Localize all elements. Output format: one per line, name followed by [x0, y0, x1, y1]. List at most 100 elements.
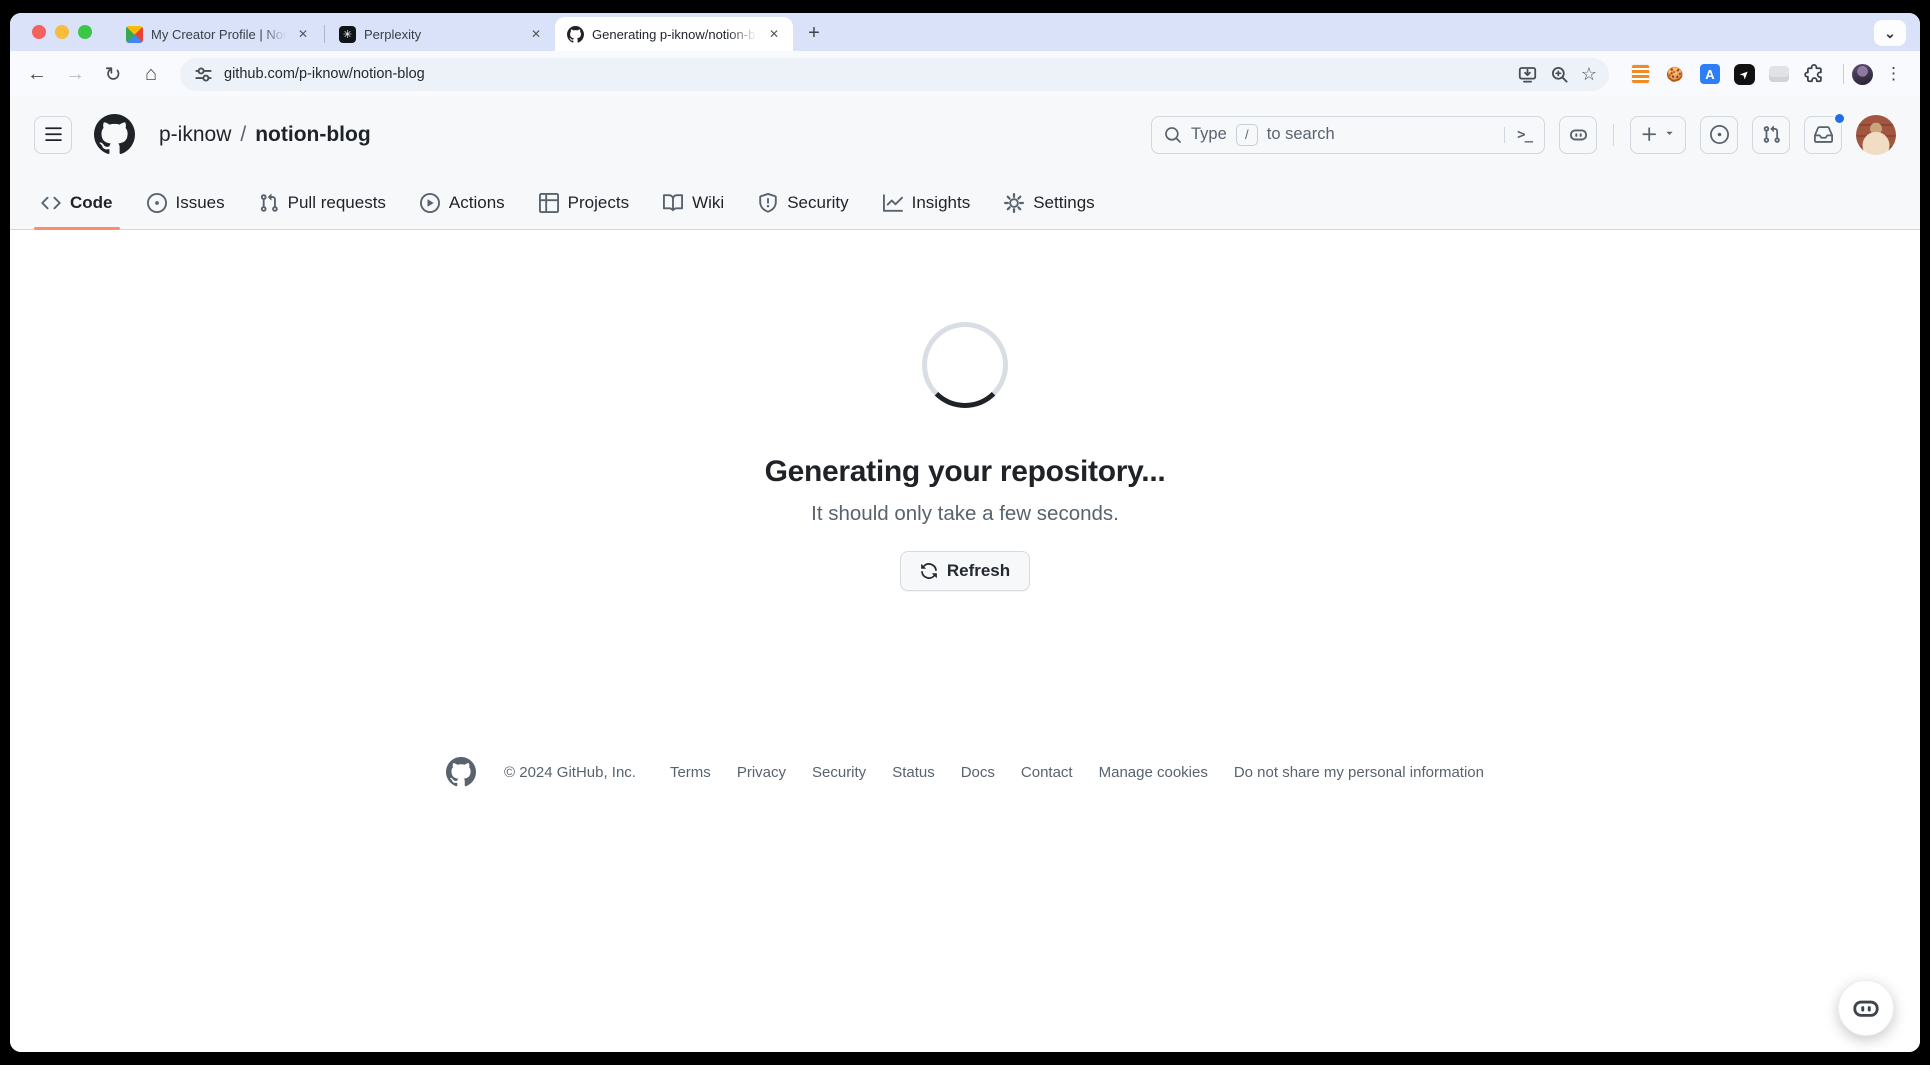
notion-favicon	[126, 26, 143, 43]
extension-send-icon[interactable]: ➤	[1734, 64, 1755, 85]
browser-toolbar: ← → ↻ ⌂ github.com/p-iknow/notion-blog ☆…	[10, 51, 1920, 97]
breadcrumb-separator: /	[240, 123, 246, 147]
perplexity-favicon: ✳	[339, 26, 356, 43]
extensions-puzzle-icon[interactable]	[1803, 63, 1825, 85]
tab-notion[interactable]: My Creator Profile | Notion ✕	[114, 17, 322, 51]
extensions-row: 🍪 A ➤	[1621, 63, 1835, 85]
copilot-button[interactable]	[1559, 116, 1597, 154]
sync-icon	[920, 562, 938, 580]
issue-opened-icon	[1710, 125, 1729, 144]
tab-wiki[interactable]: Wiki	[646, 181, 741, 229]
new-tab-button[interactable]: +	[799, 18, 829, 48]
command-palette-icon[interactable]: >_	[1504, 127, 1532, 143]
tab-search-chevron-button[interactable]: ⌄	[1874, 20, 1906, 46]
window-controls	[10, 13, 114, 51]
tab-projects[interactable]: Projects	[522, 181, 646, 229]
browser-menu-icon[interactable]: ⋮	[1877, 64, 1910, 84]
address-bar[interactable]: github.com/p-iknow/notion-blog ☆	[180, 58, 1609, 91]
header-divider	[1613, 124, 1614, 146]
git-pull-request-icon	[1762, 125, 1781, 144]
browser-profile-avatar[interactable]	[1852, 64, 1873, 85]
github-footer-logo	[446, 757, 476, 787]
url-text[interactable]: github.com/p-iknow/notion-blog	[224, 66, 1507, 82]
github-footer: © 2024 GitHub, Inc. Terms Privacy Securi…	[446, 757, 1484, 787]
plus-icon	[1640, 125, 1659, 144]
tab-settings[interactable]: Settings	[987, 181, 1111, 229]
loading-spinner	[922, 322, 1008, 408]
install-app-icon[interactable]	[1517, 63, 1539, 85]
breadcrumb-owner[interactable]: p-iknow	[159, 123, 231, 147]
issues-button[interactable]	[1700, 116, 1738, 154]
main-content: Generating your repository... It should …	[10, 230, 1920, 1052]
repo-nav: Code Issues Pull requests Actions Projec…	[10, 171, 1920, 230]
search-input[interactable]: Type / to search >_	[1151, 116, 1545, 154]
footer-link-status[interactable]: Status	[892, 764, 935, 781]
shield-icon	[758, 193, 778, 213]
reload-button[interactable]: ↻	[96, 57, 130, 91]
minimize-window-button[interactable]	[55, 25, 69, 39]
tab-github-active[interactable]: Generating p-iknow/notion-b ✕	[555, 17, 793, 51]
forward-button[interactable]: →	[58, 57, 92, 91]
code-icon	[41, 193, 61, 213]
page-subtitle: It should only take a few seconds.	[811, 502, 1119, 526]
tab-security[interactable]: Security	[741, 181, 865, 229]
user-avatar[interactable]	[1856, 115, 1896, 155]
browser-window: My Creator Profile | Notion ✕ ✳ Perplexi…	[10, 13, 1920, 1052]
tab-pull-requests[interactable]: Pull requests	[242, 181, 403, 229]
tab-title: Perplexity	[364, 27, 519, 42]
copyright-text: © 2024 GitHub, Inc.	[504, 764, 636, 781]
tab-actions[interactable]: Actions	[403, 181, 522, 229]
github-favicon	[567, 26, 584, 43]
close-window-button[interactable]	[32, 25, 46, 39]
tab-strip: My Creator Profile | Notion ✕ ✳ Perplexi…	[10, 13, 1920, 51]
footer-link-docs[interactable]: Docs	[961, 764, 995, 781]
pull-requests-button[interactable]	[1752, 116, 1790, 154]
inbox-icon	[1814, 125, 1833, 144]
back-button[interactable]: ←	[20, 57, 54, 91]
footer-link-manage-cookies[interactable]: Manage cookies	[1099, 764, 1208, 781]
bookmark-star-icon[interactable]: ☆	[1581, 64, 1597, 85]
extension-list-icon[interactable]	[1631, 64, 1650, 84]
caret-down-icon	[1663, 126, 1676, 139]
footer-link-terms[interactable]: Terms	[670, 764, 711, 781]
nav-label: Actions	[449, 193, 505, 213]
refresh-label: Refresh	[947, 561, 1010, 581]
copilot-icon	[1852, 994, 1880, 1022]
gear-icon	[1004, 193, 1024, 213]
close-tab-icon[interactable]: ✕	[765, 25, 783, 43]
tab-issues[interactable]: Issues	[130, 181, 242, 229]
copilot-fab-button[interactable]	[1838, 980, 1894, 1036]
nav-label: Settings	[1033, 193, 1094, 213]
footer-link-privacy[interactable]: Privacy	[737, 764, 786, 781]
tab-divider	[324, 25, 325, 43]
tab-perplexity[interactable]: ✳ Perplexity ✕	[327, 17, 555, 51]
close-tab-icon[interactable]: ✕	[294, 25, 312, 43]
tab-title: My Creator Profile | Notion	[151, 27, 286, 42]
breadcrumb-repo[interactable]: notion-blog	[255, 123, 370, 147]
extension-cookie-icon[interactable]: 🍪	[1664, 63, 1686, 85]
copilot-icon	[1569, 125, 1588, 144]
footer-link-security[interactable]: Security	[812, 764, 866, 781]
close-tab-icon[interactable]: ✕	[527, 25, 545, 43]
nav-label: Security	[787, 193, 848, 213]
nav-label: Code	[70, 193, 113, 213]
tab-code[interactable]: Code	[24, 181, 130, 229]
extension-a-icon[interactable]: A	[1700, 64, 1720, 84]
extension-stamp-icon[interactable]	[1769, 66, 1789, 82]
zoom-window-button[interactable]	[78, 25, 92, 39]
zoom-page-icon[interactable]	[1549, 63, 1571, 85]
search-placeholder-prefix: Type	[1191, 125, 1227, 144]
github-header: p-iknow / notion-blog Type / to search >…	[10, 97, 1920, 171]
create-new-button[interactable]	[1630, 116, 1686, 154]
page-title: Generating your repository...	[765, 455, 1166, 489]
site-settings-icon[interactable]	[192, 63, 214, 85]
refresh-button[interactable]: Refresh	[900, 551, 1030, 591]
home-button[interactable]: ⌂	[134, 57, 168, 91]
nav-label: Projects	[568, 193, 629, 213]
book-icon	[663, 193, 683, 213]
footer-link-contact[interactable]: Contact	[1021, 764, 1073, 781]
footer-link-do-not-share[interactable]: Do not share my personal information	[1234, 764, 1484, 781]
tab-insights[interactable]: Insights	[866, 181, 988, 229]
github-logo[interactable]	[94, 114, 135, 155]
hamburger-menu-button[interactable]	[34, 116, 72, 154]
